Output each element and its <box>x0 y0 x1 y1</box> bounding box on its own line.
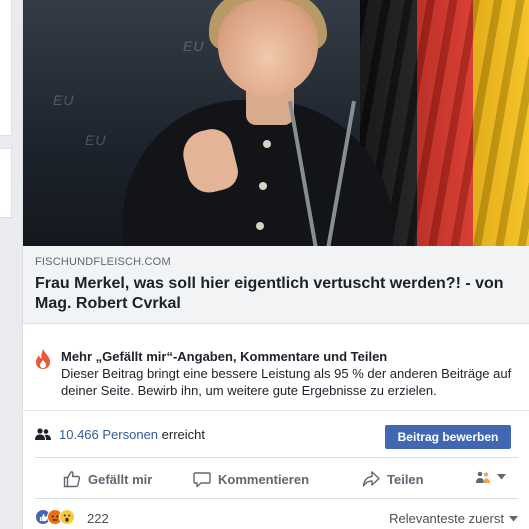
reactions-bar: 222 Relevanteste zuerst <box>35 506 518 528</box>
backdrop-logo: EU <box>85 132 107 148</box>
link-title[interactable]: Frau Merkel, was soll hier eigentlich ve… <box>35 274 518 314</box>
sort-label: Relevanteste zuerst <box>389 511 504 526</box>
jacket-button <box>259 182 267 190</box>
wow-reaction-icon <box>59 509 75 525</box>
boost-notice: Mehr „Gefällt mir“-Angaben, Kommentare u… <box>23 336 529 411</box>
share-button[interactable]: Teilen <box>362 470 424 488</box>
chevron-down-icon <box>497 474 506 480</box>
boost-body: Dieser Beitrag bringt eine bessere Leist… <box>61 366 512 398</box>
share-label: Teilen <box>387 471 424 487</box>
post-actions: Gefällt mir Kommentieren Teilen <box>35 457 518 499</box>
like-button[interactable]: Gefällt mir <box>63 470 152 488</box>
comment-button[interactable]: Kommentieren <box>193 470 309 488</box>
share-arrow-icon <box>362 471 380 487</box>
like-label: Gefällt mir <box>88 471 153 487</box>
flame-icon <box>36 349 50 369</box>
reach-row: 10.466 Personen erreicht Beitrag bewerbe… <box>23 411 529 457</box>
chevron-down-icon <box>509 515 518 521</box>
comment-label: Kommentieren <box>218 471 310 487</box>
reach-people-link[interactable]: 10.466 Personen <box>59 427 158 442</box>
link-domain: FISCHUNDFLEISCH.COM <box>35 256 171 268</box>
boost-post-button[interactable]: Beitrag bewerben <box>385 425 511 449</box>
left-panel-secondary <box>0 148 12 218</box>
speech-bubble-icon <box>193 472 211 488</box>
link-preview-text[interactable]: FISCHUNDFLEISCH.COM Frau Merkel, was sol… <box>23 246 529 324</box>
speaker-face <box>218 0 318 96</box>
backdrop-logo: EU <box>183 38 205 54</box>
post-card: EU EU EU FISCHUNDFLEISCH.COM Frau Merkel… <box>22 0 529 529</box>
people-icon <box>35 428 51 440</box>
backdrop-logo: EU <box>53 92 75 108</box>
left-column <box>0 0 22 529</box>
audience-selector[interactable] <box>475 471 506 483</box>
reach-count: 10.466 Personen erreicht <box>59 427 205 442</box>
boost-heading: Mehr „Gefällt mir“-Angaben, Kommentare u… <box>61 349 388 364</box>
jacket-button <box>256 222 264 230</box>
friends-icon <box>476 471 490 483</box>
reach-suffix: erreicht <box>161 427 206 442</box>
thumbs-up-icon <box>63 471 81 488</box>
link-preview-image[interactable]: EU EU EU <box>23 0 529 246</box>
reaction-icons[interactable] <box>35 509 75 525</box>
jacket-button <box>263 140 271 148</box>
comment-sort-dropdown[interactable]: Relevanteste zuerst <box>389 511 518 526</box>
reaction-count[interactable]: 222 <box>87 511 109 526</box>
left-panel <box>0 0 12 136</box>
